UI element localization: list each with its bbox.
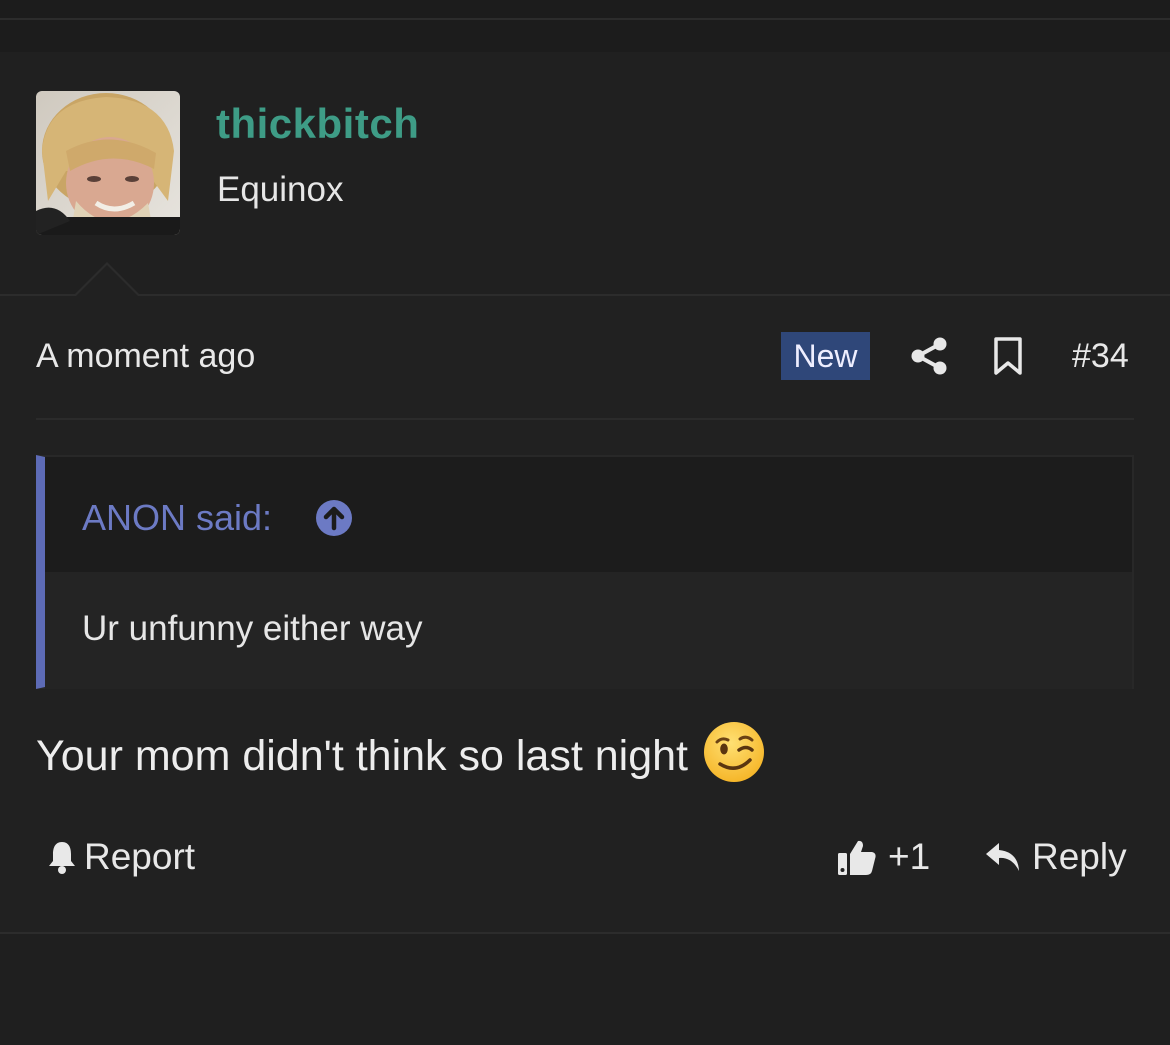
report-button[interactable]: Report (46, 836, 195, 878)
new-badge: New (781, 332, 870, 380)
bottom-divider (0, 932, 1170, 934)
post-message: Your mom didn't think so last night (36, 722, 766, 788)
wink-emoji-icon (703, 722, 764, 782)
quote-block: ANON said: Ur unfunny either way (36, 455, 1134, 689)
post-time[interactable]: A moment ago (36, 337, 255, 376)
thumbs-up-icon (838, 840, 876, 875)
reply-arrow-icon (986, 843, 1019, 871)
quote-header: ANON said: (45, 457, 1132, 572)
like-count: +1 (888, 836, 931, 877)
bookmark-icon[interactable] (992, 336, 1024, 376)
user-header: thickbitch Equinox (0, 52, 1170, 296)
report-label: Report (84, 836, 196, 877)
user-title: Equinox (217, 170, 344, 209)
quote-author[interactable]: ANON said: (82, 497, 272, 539)
like-button[interactable]: +1 (836, 836, 930, 878)
top-divider (0, 18, 1170, 20)
quote-text: Ur unfunny either way (82, 609, 423, 648)
arrow-up-circle-icon[interactable] (315, 499, 353, 537)
post-number[interactable]: #34 (1072, 337, 1129, 376)
top-bar (0, 0, 1170, 52)
reply-button[interactable]: Reply (984, 836, 1127, 878)
message-text: Your mom didn't think so last night (36, 731, 688, 780)
reply-label: Reply (1032, 836, 1127, 877)
post-meta: A moment ago New #34 (36, 332, 1134, 420)
post-actions: Report +1 Reply (0, 836, 1170, 886)
avatar[interactable] (36, 91, 180, 235)
post: thickbitch Equinox A moment ago New #34 … (0, 52, 1170, 932)
quote-body: Ur unfunny either way (45, 572, 1132, 689)
bell-icon (49, 842, 75, 874)
header-pointer-fill (76, 265, 138, 296)
share-icon[interactable] (909, 336, 949, 376)
username[interactable]: thickbitch (216, 100, 419, 148)
